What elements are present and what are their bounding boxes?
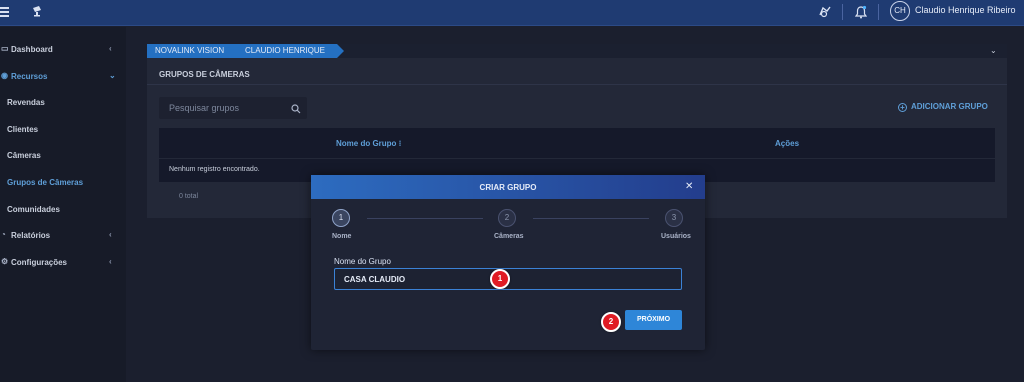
add-group-label: ADICIONAR GRUPO [911,102,988,111]
sidebar-item-grupos-de-cameras[interactable]: Grupos de Câmeras [0,174,126,192]
notification-bell-icon[interactable] [854,5,868,22]
sidebar-item-relatorios[interactable]: ◔ Relatórios ‹ [0,227,126,245]
chevron-left-icon: ‹ [109,257,112,266]
sidebar: ▭ Dashboard ‹ ◉ Recursos ⌄ Revendas Clie… [0,27,126,382]
sidebar-item-label: Comunidades [7,205,60,214]
sidebar-item-label: Relatórios [11,231,51,240]
modal-title: CRIAR GRUPO [479,183,537,192]
sidebar-item-revendas[interactable]: Revendas [0,94,126,112]
table-header: Nome do Grupo ⁝ Ações [159,128,995,158]
step-connector [367,218,483,219]
divider [147,84,1007,85]
sidebar-item-label: Dashboard [11,45,53,54]
modal-header: CRIAR GRUPO ✕ [311,175,705,199]
column-header-label: Nome do Grupo [336,139,397,148]
step-1-indicator: 1 [332,209,350,227]
search-input[interactable] [159,97,289,119]
next-button[interactable]: PRÓXIMO [625,310,682,330]
add-group-button[interactable]: + ADICIONAR GRUPO [898,102,988,112]
chevron-left-icon: ‹ [109,44,112,53]
step-2-label: Câmeras [494,233,524,240]
divider [878,4,879,20]
close-icon[interactable]: ✕ [685,181,693,192]
camera-icon: ◉ [1,71,8,80]
menu-icon[interactable] [0,7,9,17]
sidebar-item-recursos[interactable]: ◉ Recursos ⌄ [0,68,126,86]
empty-message: Nenhum registro encontrado. [169,166,260,173]
step-3-label: Usuários [661,233,691,240]
step-connector [533,218,649,219]
feedback-icon[interactable] [818,5,832,22]
camera-logo-icon [31,5,45,17]
avatar[interactable]: CH [890,1,910,21]
table-total: 0 total [179,193,199,200]
sidebar-item-label: Clientes [7,125,39,134]
sidebar-item-clientes[interactable]: Clientes [0,121,126,139]
sidebar-item-dashboard[interactable]: ▭ Dashboard ‹ [0,41,126,59]
user-name[interactable]: Claudio Henrique Ribeiro [915,5,1016,15]
chevron-down-icon: ⌄ [109,71,116,80]
sidebar-item-label: Recursos [11,72,48,81]
sidebar-item-cameras[interactable]: Câmeras [0,147,126,165]
step-3-indicator: 3 [665,209,683,227]
sidebar-item-configuracoes[interactable]: ⚙ Configurações ‹ [0,254,126,272]
annotation-badge-1: 1 [490,269,510,289]
breadcrumb-separator [337,44,344,58]
sidebar-item-label: Revendas [7,98,45,107]
sidebar-item-label: Grupos de Câmeras [7,178,84,187]
calendar-icon: ▭ [1,44,9,53]
settings-icon: ⚙ [1,257,9,266]
breadcrumb: NOVALINK VISION CLAUDIO HENRIQUE ⌄ [147,44,1007,58]
search-icon[interactable] [291,101,301,114]
breadcrumb-item[interactable]: NOVALINK VISION [147,44,237,58]
sidebar-item-label: Configurações [11,258,68,267]
sidebar-item-comunidades[interactable]: Comunidades [0,201,126,219]
top-bar: CH Claudio Henrique Ribeiro [0,0,1024,26]
step-2-indicator: 2 [498,209,516,227]
search-box [159,97,307,119]
breadcrumb-item[interactable]: CLAUDIO HENRIQUE [237,44,337,58]
plus-icon: + [898,103,907,112]
chevron-down-icon[interactable]: ⌄ [990,46,997,55]
sidebar-item-label: Câmeras [7,151,41,160]
annotation-badge-2: 2 [601,312,621,332]
create-group-modal: CRIAR GRUPO ✕ 1 2 3 Nome Câmeras Usuário… [311,175,705,350]
step-1-label: Nome [332,233,352,240]
column-header-name[interactable]: Nome do Grupo ⁝ [336,139,401,148]
page-title: GRUPOS DE CÂMERAS [159,70,250,79]
report-icon: ◔ [1,230,6,239]
sort-icon: ⁝ [398,139,402,148]
chevron-left-icon: ‹ [109,230,112,239]
column-header-actions: Ações [775,139,800,148]
divider [842,4,843,20]
group-name-label: Nome do Grupo [334,257,391,266]
